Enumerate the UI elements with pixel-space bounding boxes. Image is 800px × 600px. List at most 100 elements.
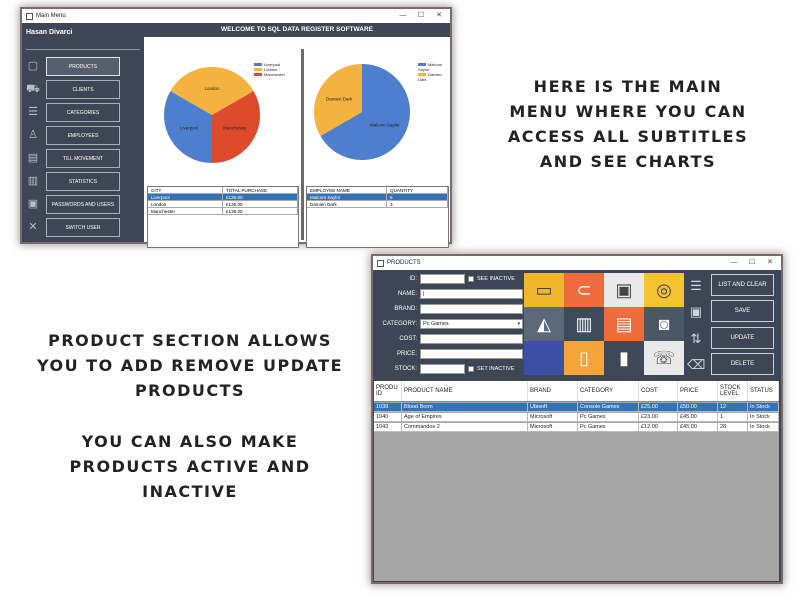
cell: Liverpool [148,194,223,200]
caption-main-menu: HERE IS THE MAIN MENU WHERE YOU CAN ACCE… [478,74,778,174]
table-row[interactable]: Malcom Saylor 6 [307,194,448,201]
close-icon[interactable]: ✕ [761,256,779,270]
see-inactive-label: SEE INACTIVE [477,276,515,282]
id-field[interactable] [420,274,465,284]
vacuum-icon: ⊂ [564,273,604,307]
nav-till-movement-button[interactable]: TILL MOVEMENT [46,149,120,168]
category-select[interactable]: Pc Games ▾ [420,319,523,329]
cell: 6 [387,194,448,200]
list-and-clear-button[interactable]: LIST AND CLEAR [711,274,774,296]
cell: £135.00 [223,208,298,214]
minimize-icon[interactable]: — [725,256,743,270]
products-titlebar: PRODUCTS — ☐ ✕ [373,256,781,270]
caption-product-section: PRODUCT SECTION ALLOWS YOU TO ADD REMOVE… [25,328,355,403]
cell: Blood Borm [402,403,528,411]
sidebar-divider [26,49,140,50]
update-arrows-icon: ⇅ [690,331,702,346]
cell: Pc Games [578,423,639,431]
stats-icon: ▥ [27,175,39,187]
cell: £25.00 [639,403,678,411]
category-label: CATEGORY: [382,321,417,327]
price-field[interactable] [420,349,523,359]
column-header[interactable]: CATEGORY [578,381,639,401]
maximize-icon[interactable]: ☐ [743,256,761,270]
cell: £45.00 [678,413,718,421]
camera-icon: ◙ [644,307,684,341]
minimize-icon[interactable]: — [394,9,412,23]
cell: £12.00 [639,423,678,431]
column-header[interactable]: TOTAL PURCHASE [223,187,298,193]
legend-label: Manchester [264,72,285,77]
cost-label: COST: [399,336,417,342]
column-header[interactable]: PRODU ID [374,381,402,401]
cell: Age of Empires [402,413,528,421]
cost-field[interactable] [420,334,523,344]
column-header[interactable]: QUANTITY [387,187,448,193]
app-icon [26,12,33,20]
slice-label: Manchester [223,126,247,131]
set-inactive-label: SET INACTIVE [477,366,515,372]
cell: 1043 [374,423,402,431]
nav-categories-button[interactable]: CATEGORIES [46,103,120,122]
nav-products-button[interactable]: PRODUCTS [46,57,120,76]
employee-pie-chart: Malcom Saylor Damien Dark [314,64,410,160]
save-button[interactable]: SAVE [711,300,774,322]
close-icon[interactable]: ✕ [430,9,448,23]
cell: In Stock [748,423,779,431]
table-row[interactable]: Damien Dark 3 [307,201,448,208]
category-selected-value: Pc Games [423,321,449,327]
column-header[interactable]: PRODUCT NAME [402,381,528,401]
products-window: PRODUCTS — ☐ ✕ ID: SEE INACTIVE NAME: | … [373,256,781,582]
cell: £135.00 [223,201,298,207]
table-row[interactable]: London £135.00 [148,201,298,208]
name-field[interactable]: | [420,289,523,299]
till-icon: ▤ [27,152,39,164]
nav-statistics-button[interactable]: STATISTICS [46,172,120,191]
table-row[interactable]: Liverpool £135.00 [148,194,298,201]
nav-clients-button[interactable]: CLIENTS [46,80,120,99]
cell: 12 [718,403,748,411]
column-header[interactable]: BRAND [528,381,578,401]
maximize-icon[interactable]: ☐ [412,9,430,23]
cell: 1 [718,413,748,421]
see-inactive-checkbox[interactable] [468,276,474,282]
brand-field[interactable] [420,304,523,314]
slice-label: Malcom Saylor [370,123,400,128]
column-header[interactable]: PRICE [678,381,718,401]
product-form: ID: SEE INACTIVE NAME: | BRAND: CATEGORY… [373,270,523,381]
table-row[interactable]: 1039 Blood Borm Ubisoft Console Games £25.00… [374,403,779,412]
truck-icon: ⛟ [26,83,40,95]
nav-employees-button[interactable]: EMPLOYEES [46,126,120,145]
name-label: NAME: [397,291,417,297]
set-inactive-checkbox[interactable] [468,366,474,372]
cell: £135.00 [223,194,298,200]
cell: £23.00 [639,413,678,421]
main-menu-title: Main Menu [36,13,66,19]
cell: Manchester [148,208,223,214]
city-grid: CITY TOTAL PURCHASE Liverpool £135.00 Lo… [147,186,299,248]
cell: Microsoft [528,413,578,421]
cell: Malcom Saylor [307,194,387,200]
table-row[interactable]: 1040 Age of Empires Microsoft Pc Games £23.0… [374,413,779,422]
table-row[interactable]: Manchester £135.00 [148,208,298,215]
product-icon-tiles: ▭ ⊂ ▣ ◎ ◭ ▥ ▤ ◙ ▯ ▮ ☏ [524,273,684,376]
column-header[interactable]: COST [639,381,678,401]
update-button[interactable]: UPDATE [711,327,774,349]
column-header[interactable]: STOCK LEVEL [718,381,748,401]
list-icon: ☰ [690,278,702,293]
save-icon: ▣ [689,304,703,319]
cell: Pc Games [578,413,639,421]
microwave-icon: ▤ [604,307,644,341]
table-row[interactable]: 1043 Commandos 2 Microsoft Pc Games £12.00 £4… [374,423,779,432]
column-header[interactable]: EMPLOYEE NAME [307,187,387,193]
list-icon: ☰ [28,106,38,118]
delete-button[interactable]: DELETE [711,353,774,375]
column-header[interactable]: CITY [148,187,223,193]
nav-passwords-and-users-button[interactable]: PASSWORDS AND USERS [46,195,120,214]
stock-field[interactable] [420,364,465,374]
column-header[interactable]: STATUS [748,381,779,401]
blank-tile-icon [524,341,564,375]
nav-switch-user-button[interactable]: SWITCH USER [46,218,120,237]
caption-line: YOU TO ADD REMOVE UPDATE [37,356,343,375]
cell: Damien Dark [307,201,387,207]
